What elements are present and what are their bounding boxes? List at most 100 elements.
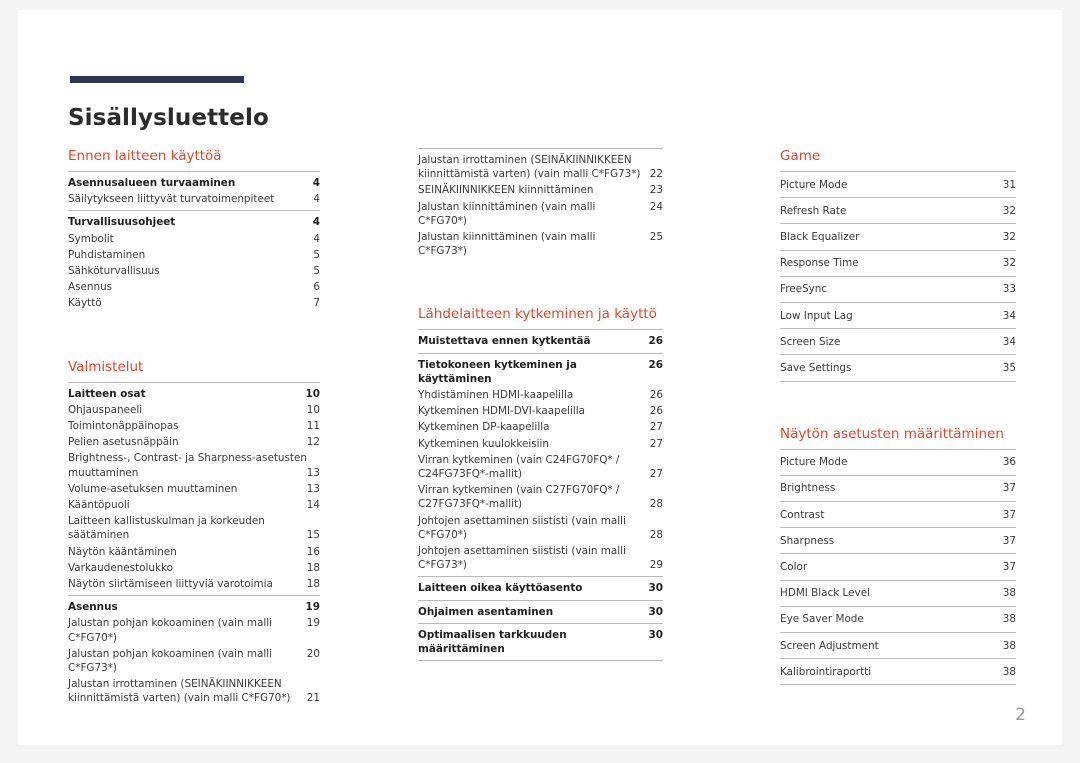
toc-entry-label: Kääntöpuoli: [68, 499, 130, 512]
toc-entry[interactable]: Sharpness 37: [780, 528, 1016, 555]
toc-entry[interactable]: Sähköturvallisuus 5: [68, 263, 320, 279]
toc-entry-page: 26: [649, 405, 663, 418]
toc-entry-page: 11: [306, 420, 320, 433]
toc-entry-page: 15: [306, 529, 320, 542]
toc-entry[interactable]: Brightness 37: [780, 476, 1016, 503]
toc-entry[interactable]: Toimintonäppäinopas 11: [68, 418, 320, 434]
toc-entry[interactable]: Kytkeminen kuulokkeisiin 27: [418, 436, 663, 452]
toc-entry[interactable]: Jalustan kiinnittäminen (vain malli C*FG…: [418, 199, 663, 229]
toc-entry-page: 29: [649, 559, 663, 572]
toc-entry[interactable]: Low Input Lag 34: [780, 303, 1016, 330]
toc-entry-page: 4: [312, 177, 320, 189]
toc-entry-page: 31: [1002, 178, 1016, 191]
toc-entry[interactable]: Kalibrointiraportti 38: [780, 659, 1016, 686]
toc-entry[interactable]: Virran kytkeminen (vain C24FG70FQ* / C24…: [418, 452, 663, 482]
toc-entry[interactable]: Jalustan irrottaminen (SEINÄKIINNIKKEEN …: [418, 152, 663, 182]
toc-entry-page: 20: [306, 647, 320, 660]
toc-entry-label: Sharpness: [780, 534, 835, 547]
toc-group: Asennusalueen turvaaminen 4 Säilytykseen l…: [68, 171, 320, 210]
toc-entry[interactable]: 19 Jalustan pohjan kokoaminen (vain malli…: [68, 615, 320, 645]
toc-entry[interactable]: Eye Saver Mode 38: [780, 607, 1016, 634]
toc-entry[interactable]: Picture Mode 31: [780, 172, 1016, 199]
toc-entry[interactable]: Näytön kääntäminen 16: [68, 544, 320, 560]
toc-entry[interactable]: FreeSync 33: [780, 277, 1016, 304]
toc-entry[interactable]: Jalustan kiinnittäminen (vain malli C*FG…: [418, 229, 663, 259]
toc-entry[interactable]: Refresh Rate 32: [780, 198, 1016, 225]
toc-entry-label: Sähköturvallisuus: [68, 265, 160, 278]
toc-entry-page: 18: [306, 578, 320, 591]
toc-entry[interactable]: Ohjaimen asentaminen 30: [418, 604, 663, 620]
toc-entry-page: 26: [648, 335, 663, 348]
toc-entry[interactable]: Asennusalueen turvaaminen 4: [68, 175, 320, 191]
toc-entry-label: Brightness: [780, 482, 836, 495]
toc-entry[interactable]: Save Settings 35: [780, 355, 1016, 382]
toc-entry[interactable]: Kääntöpuoli 14: [68, 497, 320, 513]
toc-entry[interactable]: Käyttö 7: [68, 295, 320, 311]
toc-entry[interactable]: Muistettava ennen kytkentää 26: [418, 333, 663, 349]
toc-entry[interactable]: Volume-asetuksen muuttaminen 13: [68, 481, 320, 497]
toc-entry[interactable]: Jalustan irrottaminen (SEINÄKIINNIKKEEN …: [68, 676, 320, 706]
toc-ruled-list: Picture Mode 31 Refresh Rate 32 Black Equali…: [780, 171, 1016, 382]
toc-entry[interactable]: Response Time 32: [780, 251, 1016, 277]
toc-entry-page: 33: [1002, 283, 1016, 296]
toc-entry-page: 37: [1002, 560, 1016, 573]
toc-entry[interactable]: Laitteen osat 10: [68, 386, 320, 402]
toc-entry-label: Virran kytkeminen (vain C27FG70FQ* / C27…: [418, 484, 620, 511]
toc-entry[interactable]: Screen Size 34: [780, 329, 1016, 356]
toc-entry[interactable]: Johtojen asettaminen siististi (vain mal…: [418, 513, 663, 543]
toc-entry-page: 30: [648, 582, 663, 595]
toc-entry[interactable]: Contrast 37: [780, 502, 1016, 529]
page-number: 2: [1015, 705, 1026, 725]
toc-entry[interactable]: Varkaudenestolukko 18: [68, 560, 320, 576]
toc-entry-label: Johtojen asettaminen siististi (vain mal…: [418, 514, 626, 541]
toc-entry-page: 19: [306, 617, 320, 630]
title-rule: [70, 76, 244, 83]
toc-entry-label: Käyttö: [68, 297, 102, 310]
toc-entry[interactable]: SEINÄKIINNIKKEEN kiinnittäminen 23: [418, 182, 663, 198]
toc-entry-label: Yhdistäminen HDMI-kaapelilla: [418, 389, 574, 402]
toc-entry[interactable]: Brightness-, Contrast- ja Sharpness-aset…: [68, 450, 320, 480]
toc-entry[interactable]: Näytön siirtämiseen liittyviä varotoimia…: [68, 576, 320, 592]
toc-entry[interactable]: Ohjauspaneeli 10: [68, 402, 320, 418]
toc-entry-page: 27: [649, 437, 663, 450]
toc-entry[interactable]: Screen Adjustment 38: [780, 633, 1016, 660]
toc-column-3: Game Picture Mode 31 Refresh Rate 32 Black Eq…: [780, 148, 1016, 686]
toc-entry[interactable]: Symbolit 4: [68, 231, 320, 247]
toc-entry[interactable]: Picture Mode 36: [780, 450, 1016, 476]
toc-entry[interactable]: Yhdistäminen HDMI-kaapelilla 26: [418, 387, 663, 403]
toc-entry[interactable]: Turvallisuusohjeet 4: [68, 214, 320, 230]
page-title: Sisällysluettelo: [68, 105, 269, 132]
toc-entry[interactable]: Johtojen asettaminen siististi (vain mal…: [418, 543, 663, 573]
toc-entry[interactable]: 20 Jalustan pohjan kokoaminen (vain malli…: [68, 646, 320, 676]
toc-entry-label: Kytkeminen HDMI-DVI-kaapelilla: [418, 405, 585, 418]
toc-entry-label: Varkaudenestolukko: [68, 561, 174, 574]
toc-entry[interactable]: Asennus 6: [68, 279, 320, 295]
toc-entry-page: 22: [649, 168, 663, 181]
toc-ruled-list: Picture Mode 36 Brightness 37 Contrast 37 Shar…: [780, 448, 1016, 686]
toc-entry-page: 14: [306, 499, 320, 512]
toc-entry[interactable]: Laitteen oikea käyttöasento 30: [418, 580, 663, 596]
toc-section-heading: Game: [780, 148, 821, 164]
toc-entry[interactable]: Optimaalisen tarkkuuden määrittäminen 30: [418, 627, 663, 657]
toc-entry[interactable]: Puhdistaminen 5: [68, 247, 320, 263]
toc-entry-page: 28: [649, 528, 663, 541]
toc-entry-page: 30: [648, 605, 663, 618]
toc-entry[interactable]: Kytkeminen HDMI-DVI-kaapelilla 26: [418, 403, 663, 419]
toc-entry[interactable]: Säilytykseen liittyvät turvatoimenpiteet…: [68, 191, 320, 207]
toc-entry[interactable]: Asennus 19: [68, 599, 320, 615]
toc-entry[interactable]: Tietokoneen kytkeminen ja käyttäminen 26: [418, 357, 663, 387]
toc-section-heading: Ennen laitteen käyttöä: [68, 148, 222, 164]
toc-entry[interactable]: Kytkeminen DP-kaapelilla 27: [418, 419, 663, 435]
toc-entry-page: 25: [649, 231, 663, 244]
toc-entry-label: Laitteen oikea käyttöasento: [418, 582, 583, 595]
toc-entry-label: Laitteen kallistuskulman ja korkeuden sä…: [68, 515, 265, 542]
toc-entry-label: Volume-asetuksen muuttaminen: [68, 482, 238, 495]
toc-entry[interactable]: Black Equalizer 32: [780, 224, 1016, 251]
toc-entry[interactable]: Color 37: [780, 554, 1016, 581]
toc-entry[interactable]: Virran kytkeminen (vain C27FG70FQ* / C27…: [418, 482, 663, 512]
toc-entry[interactable]: Laitteen kallistuskulman ja korkeuden sä…: [68, 513, 320, 543]
toc-entry-label: Ohjauspaneeli: [68, 403, 143, 416]
toc-entry[interactable]: Pelien asetusnäppäin 12: [68, 434, 320, 450]
toc-entry[interactable]: HDMI Black Level 38: [780, 581, 1016, 607]
toc-entry-page: 32: [1002, 257, 1016, 270]
